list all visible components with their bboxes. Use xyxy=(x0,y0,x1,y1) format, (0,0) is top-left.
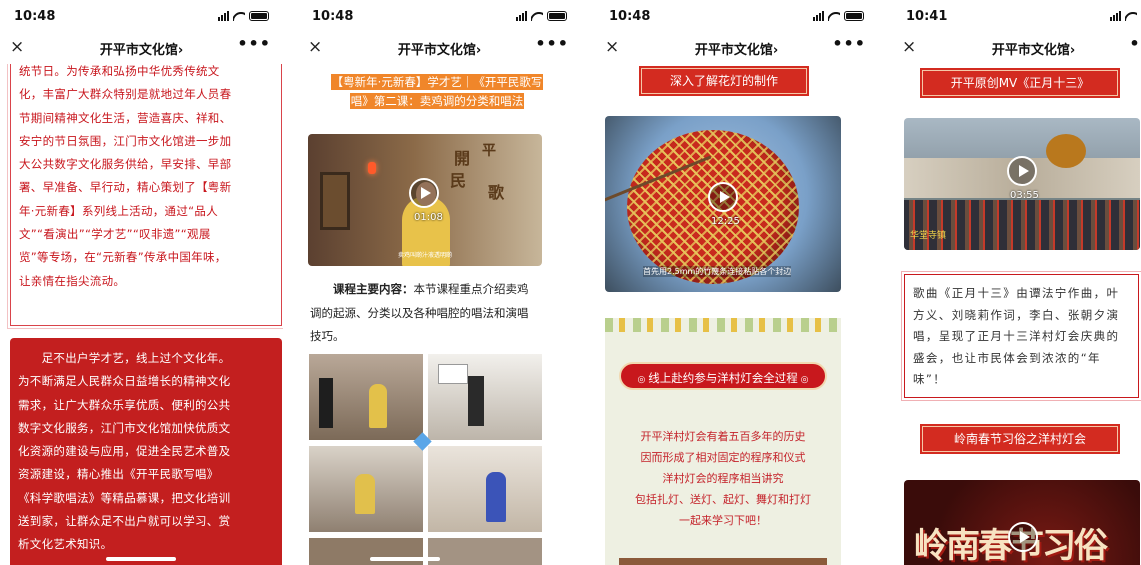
chinese-window-decor xyxy=(320,172,350,230)
nav-bar: × 开平市文化馆› ••• xyxy=(0,34,283,64)
account-title[interactable]: 开平市文化馆› xyxy=(892,39,1141,58)
section-banner: 深入了解花灯的制作 xyxy=(639,66,809,96)
article-content: 【粤新年·元新春】学才艺｜《开平民歌写 唱》第二课：卖鸡调的分类和唱法 開 平 … xyxy=(298,64,581,565)
nav-bar: × 开平市文化馆› ••• xyxy=(298,34,581,64)
video-subtitle: 首先用2.5mm的竹篾条连接粘贴各个封边 xyxy=(643,266,792,277)
intro-paragraph: 统节日。为传承和弘扬中华优秀传统文 化，丰富广大群众特别是就地过年人员春 节期间… xyxy=(19,64,232,288)
section-banner: 开平原创MV《正月十三》 xyxy=(920,68,1120,98)
play-button-icon[interactable] xyxy=(708,182,738,212)
collage-photo xyxy=(428,538,542,565)
collage-photo xyxy=(309,446,423,532)
nav-bar: × 开平市文化馆› ••• xyxy=(595,34,878,64)
collage-photo xyxy=(428,446,542,532)
section-banner: ◎ 线上赴约参与洋村灯会全过程 ◎ xyxy=(619,362,827,390)
wifi-icon xyxy=(1125,11,1137,21)
lantern-top xyxy=(1046,134,1086,168)
section-banner: 岭南春节习俗之洋村灯会 xyxy=(920,424,1120,454)
status-time: 10:48 xyxy=(14,9,56,24)
intro-text-box: 统节日。为传承和弘扬中华优秀传统文 化，丰富广大群众特别是就地过年人员春 节期间… xyxy=(7,64,283,329)
song-intro-box: 歌曲《正月十三》由谭法宁作曲，叶 方义、刘晓莉作词，李白、张朝夕演 唱，呈现了正… xyxy=(901,271,1141,401)
lantern-video[interactable]: 12:25 首先用2.5mm的竹篾条连接粘贴各个封边 xyxy=(605,116,841,292)
photo-collage xyxy=(309,354,542,565)
mv-video[interactable]: 03:55 华堂寺镇 xyxy=(904,118,1140,250)
lesson-description: 课程主要内容：本节课程重点介绍卖鸡 调的起源、分类以及各种唱腔的唱法和演唱 技巧… xyxy=(310,282,529,343)
status-bar: 10:48 xyxy=(298,0,581,34)
description-label: 课程主要内容： xyxy=(333,282,414,296)
status-time: 10:48 xyxy=(312,9,354,24)
battery-icon xyxy=(547,11,567,21)
festival-cover-image[interactable]: 岭南春节习俗 xyxy=(904,480,1140,565)
status-bar: 10:48 xyxy=(0,0,283,34)
video-watermark: 华堂寺镇 xyxy=(910,231,947,241)
cellular-signal-icon xyxy=(218,11,229,21)
crowd xyxy=(904,200,1140,250)
cellular-signal-icon xyxy=(1110,11,1121,21)
lantern-festival-card: ◎ 线上赴约参与洋村灯会全过程 ◎ 开平洋村灯会有着五百多年的历史 因而形成了相… xyxy=(605,318,841,565)
play-button-icon[interactable] xyxy=(409,178,439,208)
home-indicator xyxy=(370,557,440,561)
screen-4: 10:41 × 开平市文化馆› ••• 开平原创MV《正月十三》 03:55 华… xyxy=(892,0,1141,565)
status-bar: 10:48 xyxy=(595,0,878,34)
more-menu-icon[interactable]: ••• xyxy=(535,34,569,53)
article-content: 统节日。为传承和弘扬中华优秀传统文 化，丰富广大群众特别是就地过年人员春 节期间… xyxy=(0,64,283,565)
next-image-preview xyxy=(619,558,827,565)
more-menu-icon[interactable]: ••• xyxy=(832,34,866,53)
more-menu-icon[interactable]: ••• xyxy=(237,34,271,53)
collage-photo xyxy=(428,354,542,440)
article-content: 深入了解花灯的制作 12:25 首先用2.5mm的竹篾条连接粘贴各个封边 ◎ 线… xyxy=(595,64,878,565)
collage-photo xyxy=(309,354,423,440)
lesson-headline: 【粤新年·元新春】学才艺｜《开平民歌写 唱》第二课：卖鸡调的分类和唱法 xyxy=(330,74,544,109)
lesson-video[interactable]: 開 平 民 歌 01:08 卖鸡叫啲汁液透明啲 xyxy=(308,134,542,266)
status-bar: 10:41 xyxy=(892,0,1141,34)
video-subtitle: 卖鸡叫啲汁液透明啲 xyxy=(398,252,453,259)
status-time: 10:41 xyxy=(906,9,948,24)
video-duration: 01:08 xyxy=(414,212,443,223)
play-button-icon[interactable] xyxy=(1007,156,1037,186)
video-duration: 03:55 xyxy=(1010,190,1039,201)
battery-icon xyxy=(844,11,864,21)
wifi-icon xyxy=(233,11,245,21)
status-time: 10:48 xyxy=(609,9,651,24)
article-content: 开平原创MV《正月十三》 03:55 华堂寺镇 歌曲《正月十三》由谭法宁作曲，叶… xyxy=(892,64,1141,565)
cellular-signal-icon xyxy=(516,11,527,21)
home-indicator xyxy=(106,557,176,561)
red-text-card: 足不出户学才艺，线上过个文化年。 为不断满足人民群众日益增长的精神文化 需求，让… xyxy=(10,338,282,565)
festival-description: 开平洋村灯会有着五百多年的历史 因而形成了相对固定的程序和仪式 洋村灯会的程序相… xyxy=(635,430,811,527)
circle-bullet-icon: ◎ xyxy=(637,375,649,385)
floral-border xyxy=(605,318,841,332)
circle-bullet-icon: ◎ xyxy=(797,375,809,385)
wifi-icon xyxy=(531,11,543,21)
screen-3: 10:48 × 开平市文化馆› ••• 深入了解花灯的制作 12:25 首先用2… xyxy=(595,0,878,565)
nav-bar: × 开平市文化馆› ••• xyxy=(892,34,1141,64)
video-duration: 12:25 xyxy=(711,216,740,227)
screen-2: 10:48 × 开平市文化馆› ••• 【粤新年·元新春】学才艺｜《开平民歌写 … xyxy=(298,0,581,565)
wifi-icon xyxy=(828,11,840,21)
battery-icon xyxy=(249,11,269,21)
cellular-signal-icon xyxy=(813,11,824,21)
screen-1: 10:48 × 开平市文化馆› ••• 统节日。为传承和弘扬中华优秀传统文 化，… xyxy=(0,0,283,565)
more-menu-icon[interactable]: ••• xyxy=(1129,34,1141,53)
play-button-icon[interactable] xyxy=(1008,522,1038,552)
lantern-light xyxy=(368,162,376,174)
